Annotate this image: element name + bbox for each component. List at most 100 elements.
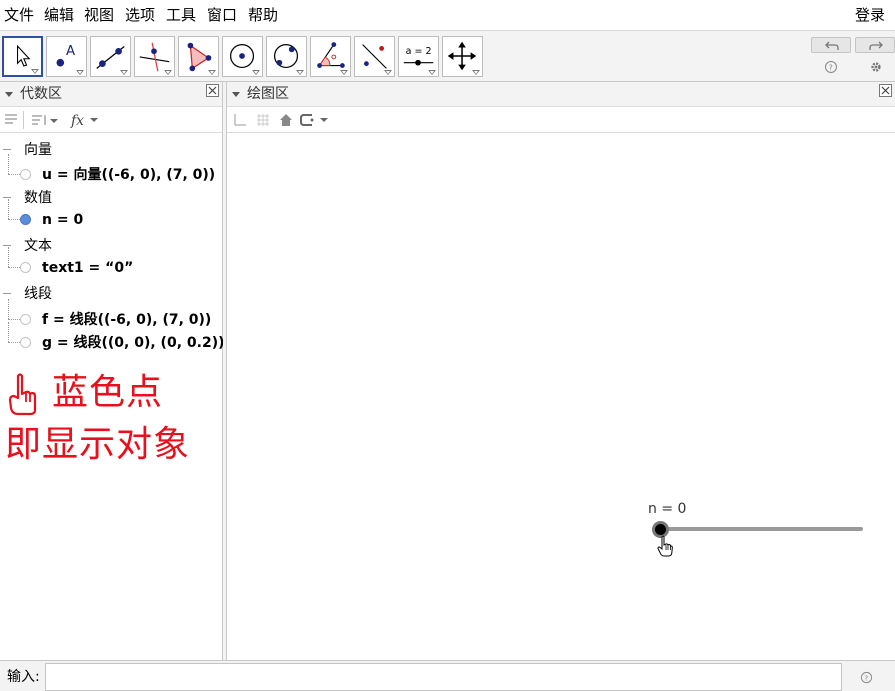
tool-menu-arrow-icon bbox=[384, 70, 392, 75]
undo-icon bbox=[825, 41, 839, 50]
function-fx-icon[interactable]: fx bbox=[70, 112, 102, 128]
tool-menu-arrow-icon bbox=[31, 69, 39, 74]
svg-text:?: ? bbox=[864, 674, 868, 683]
svg-text:?: ? bbox=[829, 63, 833, 72]
graphics-view-title: 绘图区 bbox=[247, 86, 289, 102]
collapse-icon[interactable] bbox=[3, 197, 11, 198]
perpendicular-tool-button[interactable] bbox=[134, 36, 175, 77]
redo-button[interactable] bbox=[855, 37, 895, 53]
polygon-tool-button[interactable] bbox=[178, 36, 219, 77]
visibility-toggle[interactable] bbox=[20, 214, 31, 225]
view-menu-arrow-icon[interactable] bbox=[232, 92, 240, 97]
collapse-icon[interactable] bbox=[3, 245, 11, 246]
menu-file[interactable]: 文件 bbox=[4, 6, 34, 24]
move-view-tool-button[interactable] bbox=[442, 36, 483, 77]
gear-icon[interactable] bbox=[869, 60, 883, 74]
tree-line bbox=[8, 299, 9, 319]
menu-view[interactable]: 视图 bbox=[84, 6, 114, 24]
slider-track[interactable] bbox=[660, 527, 863, 531]
home-icon[interactable] bbox=[279, 113, 293, 127]
sort-icon[interactable] bbox=[30, 113, 60, 127]
tree-line bbox=[8, 247, 9, 267]
tool-menu-arrow-icon bbox=[340, 70, 348, 75]
tree-line bbox=[8, 342, 20, 343]
tree-line bbox=[8, 322, 9, 342]
category-segment[interactable]: 线段 bbox=[0, 284, 220, 304]
annotation-line-1: 蓝色点 bbox=[52, 372, 164, 413]
svg-text:fx: fx bbox=[70, 113, 84, 128]
point-tool-label: A bbox=[66, 44, 75, 59]
list-item-number-n[interactable]: n = 0 bbox=[0, 199, 220, 231]
object-definition: f = 线段((-6, 0), (7, 0)) bbox=[42, 312, 212, 328]
collapse-icon[interactable] bbox=[3, 149, 11, 150]
object-definition: u = 向量((-6, 0), (7, 0)) bbox=[42, 167, 216, 183]
point-tool-button[interactable]: A bbox=[46, 36, 87, 77]
redo-icon bbox=[869, 41, 883, 50]
menu-tools[interactable]: 工具 bbox=[166, 6, 196, 24]
close-graphics-view-button[interactable] bbox=[879, 84, 892, 97]
close-icon bbox=[881, 86, 890, 95]
category-label: 文本 bbox=[24, 238, 52, 254]
close-icon bbox=[208, 86, 217, 95]
tool-menu-arrow-icon bbox=[472, 70, 480, 75]
list-item-segment-f[interactable]: f = 线段((-6, 0), (7, 0)) bbox=[0, 299, 220, 331]
category-label: 向量 bbox=[24, 142, 52, 158]
category-label: 数值 bbox=[24, 190, 52, 206]
tool-menu-arrow-icon bbox=[252, 70, 260, 75]
point-capturing-icon[interactable] bbox=[300, 112, 332, 128]
slider-label: n = 0 bbox=[648, 501, 687, 517]
tool-menu-arrow-icon bbox=[428, 70, 436, 75]
tree-line bbox=[8, 174, 20, 175]
object-definition: g = 线段((0, 0), (0, 0.2)) bbox=[42, 335, 225, 351]
tool-menu-arrow-icon bbox=[296, 70, 304, 75]
command-input[interactable] bbox=[45, 663, 842, 691]
toolbar: A a = 2 ? bbox=[0, 30, 895, 82]
graphics-view-header: 绘图区 bbox=[227, 82, 895, 107]
tree-line bbox=[8, 154, 9, 174]
list-item-text-text1[interactable]: text1 = “0” bbox=[0, 247, 220, 279]
tree-line bbox=[8, 267, 20, 268]
algebra-view-toolbar: fx bbox=[0, 107, 222, 133]
slider-tool-button[interactable]: a = 2 bbox=[398, 36, 439, 77]
auxiliary-objects-icon[interactable] bbox=[4, 113, 18, 127]
category-number[interactable]: 数值 bbox=[0, 188, 220, 208]
help-icon[interactable]: ? bbox=[824, 60, 838, 74]
reflect-tool-button[interactable] bbox=[354, 36, 395, 77]
menu-help[interactable]: 帮助 bbox=[248, 6, 278, 24]
object-definition: n = 0 bbox=[42, 212, 84, 228]
object-definition: text1 = “0” bbox=[42, 260, 134, 276]
toolbar-divider bbox=[23, 111, 24, 129]
tool-menu-arrow-icon bbox=[120, 70, 128, 75]
visibility-toggle[interactable] bbox=[20, 314, 31, 325]
grid-toggle-icon[interactable] bbox=[256, 113, 270, 127]
visibility-toggle[interactable] bbox=[20, 262, 31, 273]
collapse-icon[interactable] bbox=[3, 293, 11, 294]
tool-menu-arrow-icon bbox=[208, 70, 216, 75]
tree-line bbox=[8, 199, 9, 219]
list-item-segment-g[interactable]: g = 线段((0, 0), (0, 0.2)) bbox=[0, 322, 225, 354]
menu-edit[interactable]: 编辑 bbox=[44, 6, 74, 24]
hand-cursor-icon bbox=[657, 535, 673, 557]
list-item-vector-u[interactable]: u = 向量((-6, 0), (7, 0)) bbox=[0, 154, 220, 186]
axes-toggle-icon[interactable] bbox=[233, 113, 247, 127]
line-tool-button[interactable] bbox=[90, 36, 131, 77]
close-algebra-view-button[interactable] bbox=[206, 84, 219, 97]
category-text[interactable]: 文本 bbox=[0, 236, 220, 256]
input-label: 输入: bbox=[7, 669, 40, 685]
circle-center-tool-button[interactable] bbox=[222, 36, 263, 77]
login-link[interactable]: 登录 bbox=[855, 6, 885, 24]
circle-points-tool-button[interactable] bbox=[266, 36, 307, 77]
menu-window[interactable]: 窗口 bbox=[207, 6, 237, 24]
move-tool-button[interactable] bbox=[2, 36, 43, 77]
visibility-toggle[interactable] bbox=[20, 169, 31, 180]
slider-tool-label: a = 2 bbox=[406, 46, 432, 57]
graphics-view[interactable]: 绘图区 n = 0 bbox=[227, 82, 895, 660]
pointing-finger-icon bbox=[8, 373, 37, 416]
visibility-toggle[interactable] bbox=[20, 337, 31, 348]
angle-tool-button[interactable] bbox=[310, 36, 351, 77]
menu-options[interactable]: 选项 bbox=[125, 6, 155, 24]
undo-button[interactable] bbox=[811, 37, 851, 53]
input-help-icon[interactable]: ? bbox=[860, 671, 873, 684]
view-menu-arrow-icon[interactable] bbox=[5, 92, 13, 97]
category-vector[interactable]: 向量 bbox=[0, 140, 220, 160]
